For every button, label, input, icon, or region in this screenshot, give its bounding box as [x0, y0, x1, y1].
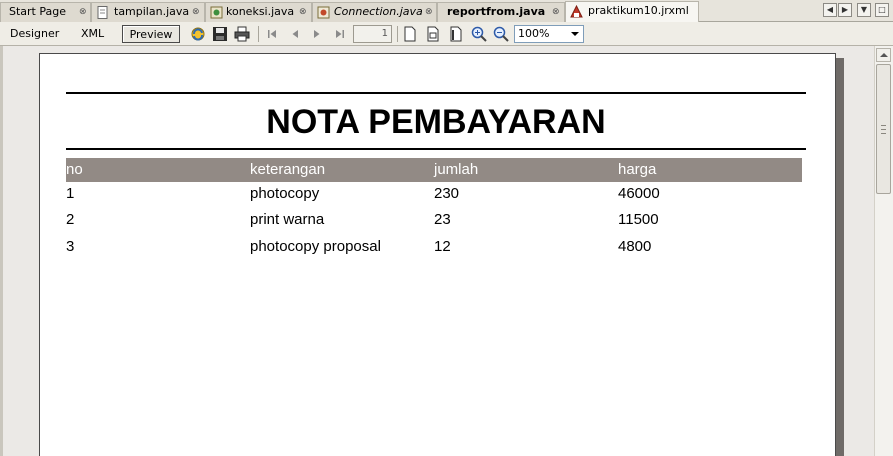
column-header-keterangan: keterangan — [250, 161, 326, 178]
cell-keterangan: print warna — [250, 211, 325, 228]
chevron-down-icon[interactable] — [571, 32, 579, 36]
tab-connection-java[interactable]: Connection.java ⊗ — [312, 2, 437, 22]
tab-koneksi-java[interactable]: koneksi.java ⊗ — [205, 2, 312, 22]
java-class-icon — [210, 6, 223, 19]
show-opened-documents-icon[interactable]: ▼ — [857, 3, 871, 17]
next-page-icon[interactable] — [308, 25, 326, 43]
cell-harga: 11500 — [618, 211, 659, 228]
zoom-out-icon[interactable] — [492, 25, 510, 43]
zoom-select[interactable]: 100% — [514, 25, 584, 43]
designer-button[interactable]: Designer — [10, 25, 59, 43]
preview-button[interactable]: Preview — [122, 25, 180, 43]
tab-close-icon[interactable]: ⊗ — [192, 3, 199, 21]
tab-label: tampilan.java — [114, 5, 190, 18]
editor-tab-bar: Start Page ⊗ tampilan.java ⊗ koneksi.jav… — [0, 0, 893, 22]
tab-label: praktikum10.jrxml — [588, 4, 689, 17]
tab-tampilan-java[interactable]: tampilan.java ⊗ — [91, 2, 205, 22]
page-number-field[interactable]: 1 — [353, 25, 392, 43]
scrollbar-grip — [881, 125, 886, 134]
zoom-value: 100% — [518, 27, 550, 40]
maximize-window-icon[interactable]: □ — [875, 3, 889, 17]
title-bottom-rule — [66, 148, 806, 150]
report-title: NOTA PEMBAYARAN — [266, 103, 606, 141]
column-header-no: no — [66, 161, 83, 178]
tab-close-icon[interactable]: ⊗ — [552, 3, 559, 21]
fit-width-icon[interactable] — [447, 25, 465, 43]
column-header-harga: harga — [618, 161, 657, 178]
scroll-up-icon[interactable] — [876, 48, 891, 62]
toolbar-separator — [397, 26, 398, 42]
toolbar-separator — [258, 26, 259, 42]
cell-no: 2 — [66, 211, 75, 228]
cell-jumlah: 12 — [434, 238, 451, 255]
table-row: 3 photocopy proposal 12 4800 — [66, 236, 802, 262]
cell-jumlah: 230 — [434, 185, 460, 202]
scroll-tabs-left-icon[interactable]: ◀ — [823, 3, 837, 17]
cell-jumlah: 23 — [434, 211, 451, 228]
tab-close-icon[interactable]: ⊗ — [299, 3, 306, 21]
cell-harga: 4800 — [618, 238, 652, 255]
table-row: 2 print warna 23 11500 — [66, 209, 802, 235]
report-preview-area: NOTA PEMBAYARAN no keterangan jumlah har… — [0, 46, 874, 456]
fit-page-icon[interactable] — [424, 25, 442, 43]
tab-label: Connection.java — [334, 5, 423, 18]
cell-no: 3 — [66, 238, 75, 255]
tab-label: reportfrom.java — [447, 5, 546, 18]
scrollbar-thumb[interactable] — [876, 64, 891, 194]
actual-size-icon[interactable] — [401, 25, 419, 43]
vertical-scrollbar[interactable] — [874, 46, 893, 456]
tab-reportfrom-java[interactable]: reportfrom.java ⊗ — [437, 2, 565, 22]
tab-label: Start Page — [9, 5, 66, 18]
tab-close-icon[interactable]: ⊗ — [425, 3, 432, 21]
zoom-in-icon[interactable] — [470, 25, 488, 43]
column-header-jumlah: jumlah — [434, 161, 479, 178]
first-page-icon[interactable] — [263, 25, 281, 43]
title-top-rule — [66, 92, 806, 94]
previous-page-icon[interactable] — [286, 25, 304, 43]
print-icon[interactable] — [233, 25, 251, 43]
table-row: 1 photocopy 230 46000 — [66, 183, 802, 209]
report-toolbar: Designer XML Preview 1 100% — [0, 22, 893, 46]
cell-keterangan: photocopy — [250, 185, 320, 202]
tab-start-page[interactable]: Start Page ⊗ — [0, 2, 91, 22]
scroll-tabs-right-icon[interactable]: ▶ — [838, 3, 852, 17]
cell-harga: 46000 — [618, 185, 660, 202]
tab-label: koneksi.java — [226, 5, 295, 18]
refresh-icon[interactable] — [189, 25, 207, 43]
last-page-icon[interactable] — [331, 25, 349, 43]
tab-close-icon[interactable]: ⊗ — [79, 3, 86, 21]
column-header-band: no keterangan jumlah harga — [66, 158, 802, 182]
java-file-icon — [97, 6, 108, 19]
java-class-icon — [317, 6, 330, 19]
cell-keterangan: photocopy proposal — [250, 238, 381, 255]
jrxml-report-icon — [570, 5, 583, 18]
tab-praktikum10-jrxml[interactable]: praktikum10.jrxml — [565, 1, 699, 22]
report-page: NOTA PEMBAYARAN no keterangan jumlah har… — [39, 53, 836, 456]
cell-no: 1 — [66, 185, 75, 202]
save-icon[interactable] — [211, 25, 229, 43]
xml-button[interactable]: XML — [81, 25, 104, 43]
